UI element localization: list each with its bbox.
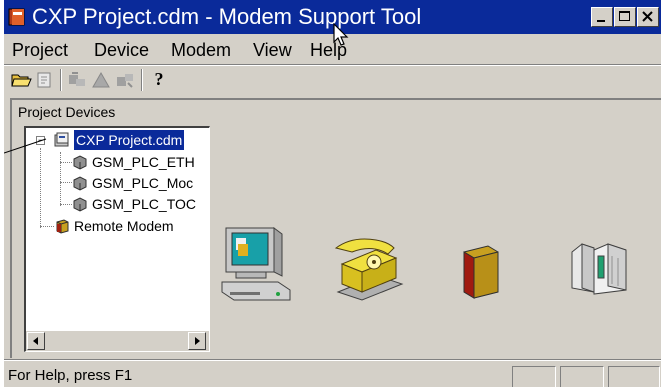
tree-item-label: CXP Project.cdm <box>74 130 185 150</box>
close-button[interactable] <box>637 7 659 27</box>
toolbar-separator <box>60 69 62 91</box>
open-folder-icon[interactable] <box>10 70 32 90</box>
close-icon <box>642 11 653 22</box>
scroll-left-button[interactable] <box>27 332 45 350</box>
menu-bar: Project Device Modem View Help <box>4 23 661 63</box>
tree-connector <box>40 148 41 228</box>
telephone-icon[interactable] <box>332 234 406 304</box>
window-title: CXP Project.cdm - Modem Support Tool <box>32 4 422 29</box>
tree-connector <box>60 152 61 206</box>
disconnect-icon[interactable] <box>114 70 136 90</box>
maximize-icon <box>619 11 630 21</box>
status-text: For Help, press F1 <box>8 367 133 384</box>
panel-title: Project Devices <box>18 104 116 120</box>
minimize-icon <box>597 20 605 22</box>
status-pane <box>560 366 604 387</box>
connect-icon[interactable] <box>66 70 88 90</box>
plc-device-icon <box>73 155 87 170</box>
status-divider <box>4 359 661 361</box>
arrow-left-icon <box>33 337 38 345</box>
modem-box-icon[interactable] <box>458 244 502 300</box>
remote-modem-icon <box>56 219 69 234</box>
tree-connector <box>60 204 72 205</box>
menu-project[interactable]: Project <box>12 39 68 61</box>
status-pane <box>512 366 556 387</box>
scroll-right-button[interactable] <box>188 332 206 350</box>
plc-rack-icon[interactable] <box>568 238 632 298</box>
mouse-cursor-icon <box>333 23 349 46</box>
menu-modem[interactable]: Modem <box>171 39 231 61</box>
plc-device-icon <box>73 176 87 191</box>
minimize-button[interactable] <box>591 7 613 27</box>
help-icon[interactable]: ? <box>148 68 170 89</box>
toolbar-separator <box>141 69 143 91</box>
status-bar: For Help, press F1 <box>4 362 661 387</box>
status-pane <box>608 366 660 387</box>
tree-horizontal-scrollbar[interactable] <box>26 331 209 351</box>
tree-connector <box>60 162 72 163</box>
properties-icon[interactable] <box>34 70 56 90</box>
callout-pointer-line <box>4 138 47 154</box>
toolbar: ? <box>4 66 661 94</box>
project-tree[interactable]: − CXP Project.cdm GSM_PLC_ETH GSM_PLC_Mo… <box>24 126 210 352</box>
maximize-button[interactable] <box>614 7 636 27</box>
tree-connector <box>40 226 54 227</box>
computer-icon[interactable] <box>218 226 292 310</box>
application-window: CXP Project.cdm - Modem Support Tool Pro… <box>4 0 661 387</box>
tree-item-label: GSM_PLC_ETH <box>92 154 195 170</box>
project-icon <box>54 132 69 147</box>
tree-connector <box>60 182 72 183</box>
modem-warning-icon[interactable] <box>90 70 112 90</box>
menu-device[interactable]: Device <box>94 39 149 61</box>
menu-view[interactable]: View <box>253 39 292 61</box>
arrow-right-icon <box>195 337 200 345</box>
tree-item-label: Remote Modem <box>74 218 174 234</box>
plc-device-icon <box>73 197 87 212</box>
app-icon[interactable] <box>8 7 28 27</box>
tree-item-label: GSM_PLC_Moc <box>92 175 194 191</box>
tree-item-label: GSM_PLC_TOC <box>92 196 196 212</box>
